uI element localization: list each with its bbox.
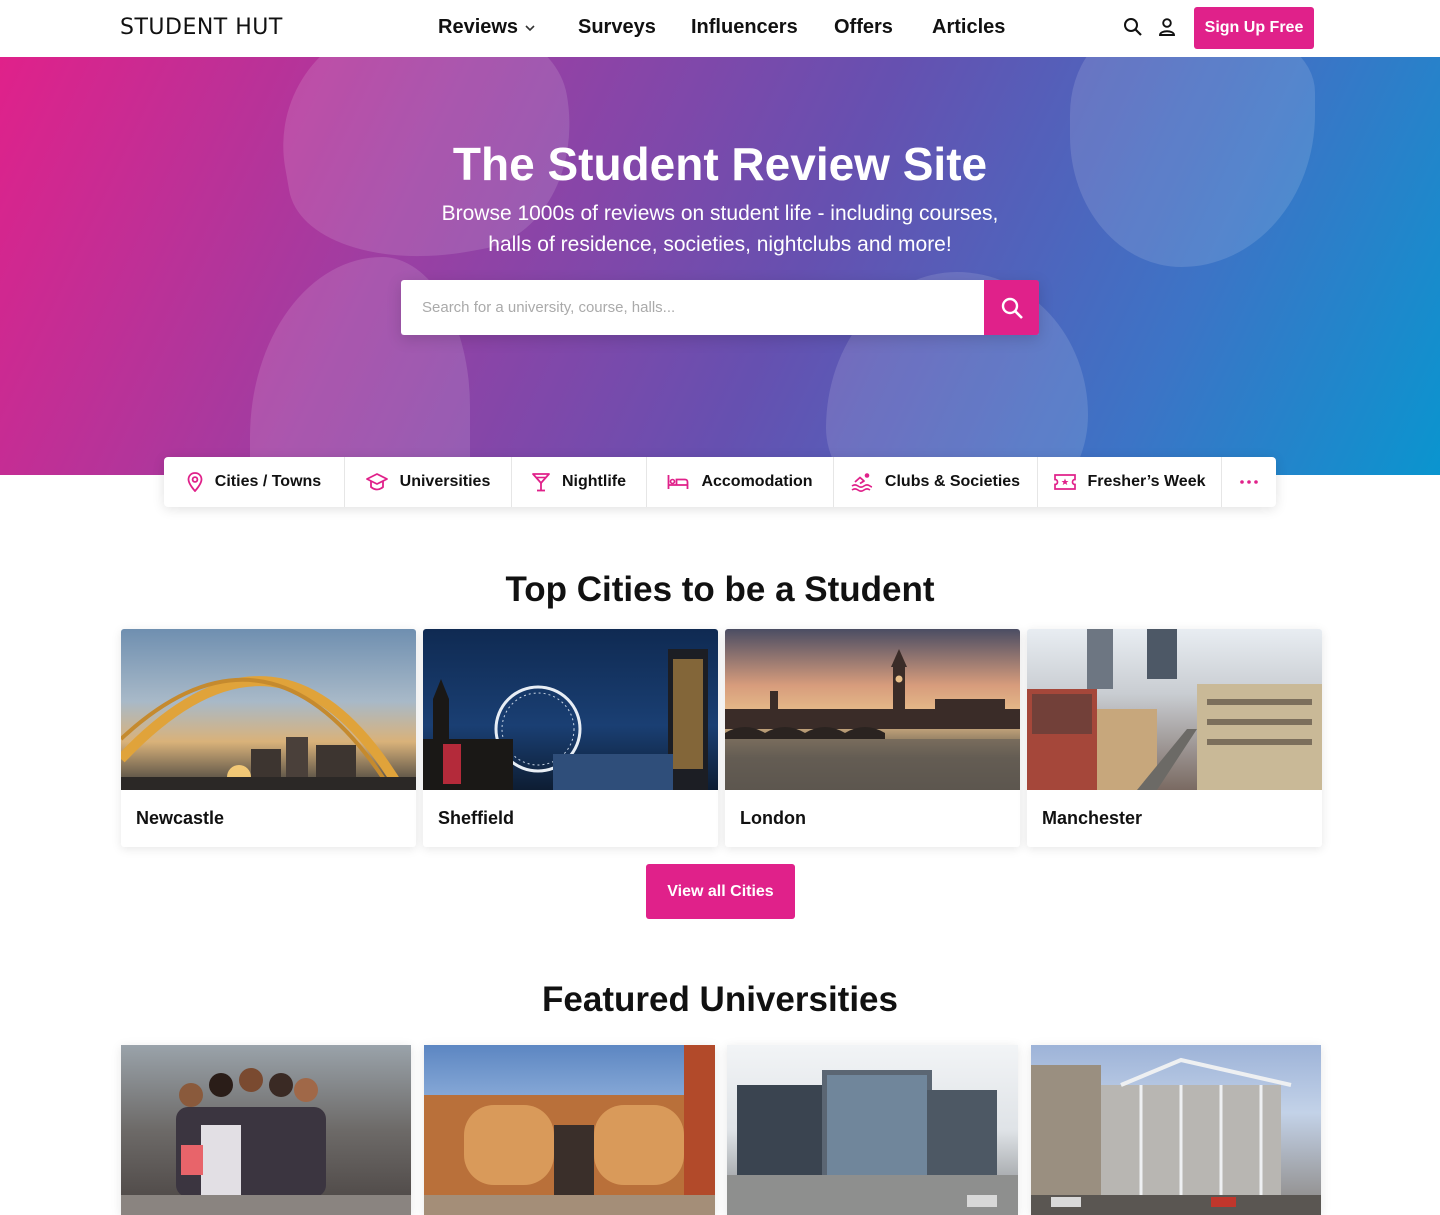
city-card-london[interactable]: London [725, 629, 1020, 847]
city-name: Manchester [1042, 808, 1143, 828]
category-accomodation[interactable]: Accomodation [647, 457, 834, 507]
category-more[interactable] [1222, 457, 1276, 507]
hero-banner: The Student Review Site Browse 1000s of … [0, 57, 1440, 475]
graduation-cap-icon [365, 473, 388, 491]
search-button[interactable] [984, 280, 1039, 335]
nav-articles[interactable]: Articles [932, 16, 1005, 39]
map-pin-icon [187, 472, 203, 492]
search-input[interactable] [401, 280, 984, 335]
hero-subtitle-line: halls of residence, societies, nightclub… [488, 233, 952, 256]
city-photo [725, 629, 1020, 790]
search-icon [1001, 297, 1023, 319]
ticket-icon [1053, 474, 1076, 490]
city-card-manchester[interactable]: Manchester [1027, 629, 1322, 847]
category-label: Cities / Towns [214, 473, 322, 490]
more-dots-icon [1240, 480, 1258, 484]
search-icon[interactable] [1123, 17, 1143, 37]
city-photo [121, 629, 416, 790]
city-photo [423, 629, 718, 790]
hero-title: The Student Review Site [452, 138, 988, 190]
nav-reviews-label: Reviews [438, 16, 519, 38]
hero-search [401, 280, 1039, 335]
category-label: Accomodation [701, 473, 813, 490]
city-name: Sheffield [438, 808, 515, 828]
main-nav: Reviews Surveys Influencers Offers Artic… [438, 16, 1005, 39]
university-card[interactable] [727, 1045, 1018, 1215]
city-cards: Newcastle Sheffield London Manchester [121, 629, 1322, 847]
university-photo [1031, 1057, 1321, 1215]
nav-influencers[interactable]: Influencers [691, 16, 834, 39]
sign-up-button[interactable]: Sign Up Free [1194, 7, 1314, 49]
category-label: Nightlife [562, 473, 626, 490]
hero-subtitle-line: Browse 1000s of reviews on student life … [441, 202, 999, 225]
university-card[interactable] [424, 1045, 715, 1215]
nav-reviews[interactable]: Reviews [438, 16, 578, 39]
category-label: Clubs & Societies [884, 473, 1021, 490]
city-name: Newcastle [136, 808, 225, 828]
city-card-newcastle[interactable]: Newcastle [121, 629, 416, 847]
university-cards [121, 1045, 1321, 1215]
featured-universities-title: Featured Universities [542, 980, 898, 1019]
header-icons [1123, 17, 1177, 37]
category-label: Fresher’s Week [1087, 473, 1206, 490]
user-icon[interactable] [1157, 17, 1177, 37]
university-card[interactable] [121, 1045, 411, 1215]
university-photo [424, 1045, 715, 1215]
swimmer-icon [851, 473, 873, 492]
category-label: Universities [399, 473, 491, 490]
category-cities-towns[interactable]: Cities / Towns [164, 457, 345, 507]
university-card[interactable] [1031, 1045, 1321, 1215]
hero-subtitle: Browse 1000s of reviews on student life … [420, 198, 1020, 260]
category-bar: Cities / Towns Universities Nightlife Ac… [164, 457, 1276, 507]
university-photo [727, 1070, 1018, 1215]
city-photo [1027, 629, 1322, 790]
top-cities-title: Top Cities to be a Student [505, 570, 935, 609]
city-card-sheffield[interactable]: Sheffield [423, 629, 718, 847]
site-header: STUDENT HUT Reviews Surveys Influencers … [0, 0, 1440, 57]
university-photo [121, 1068, 411, 1215]
chevron-down-icon [525, 24, 535, 31]
site-logo[interactable]: STUDENT HUT [120, 15, 283, 40]
bed-icon [668, 475, 689, 489]
category-universities[interactable]: Universities [345, 457, 512, 507]
category-nightlife[interactable]: Nightlife [512, 457, 647, 507]
view-all-cities-button[interactable]: View all Cities [646, 864, 795, 919]
nav-offers[interactable]: Offers [834, 16, 932, 39]
cocktail-icon [532, 473, 550, 492]
category-clubs-societies[interactable]: Clubs & Societies [834, 457, 1038, 507]
nav-surveys[interactable]: Surveys [578, 16, 691, 39]
city-name: London [740, 808, 806, 828]
category-freshers-week[interactable]: Fresher’s Week [1038, 457, 1222, 507]
